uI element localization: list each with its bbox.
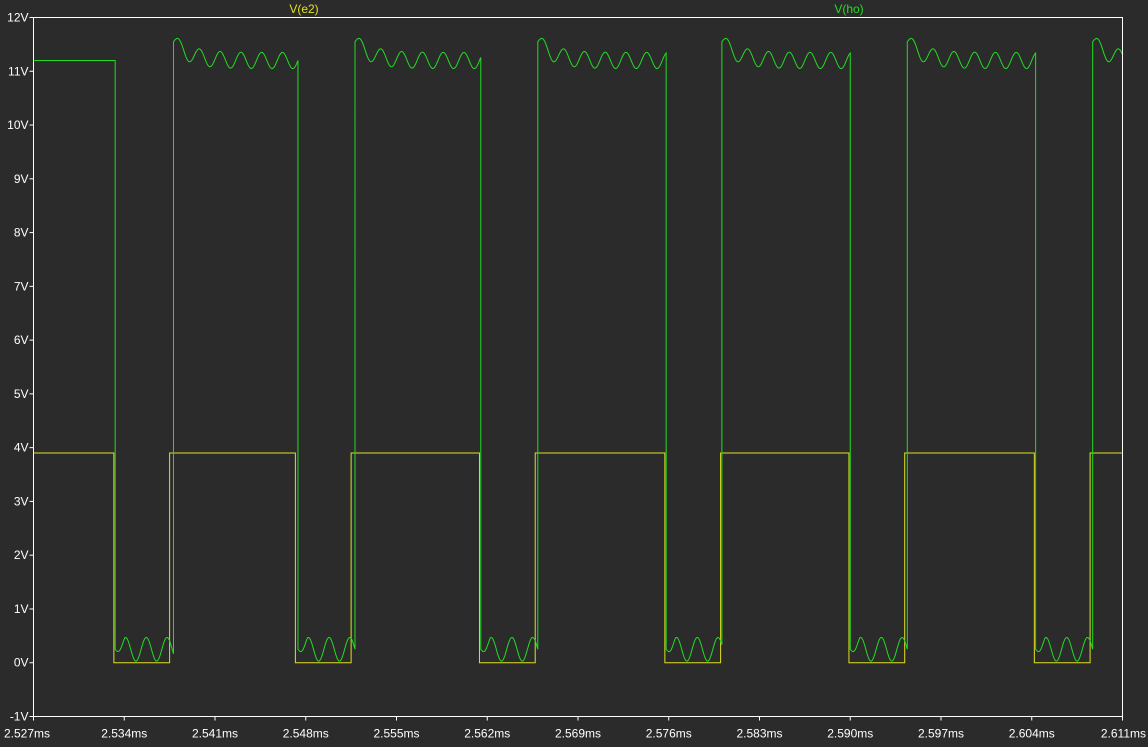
x-tick-label: 2.527ms: [4, 727, 50, 741]
y-tick-label: 12V: [7, 11, 28, 25]
x-tick-label: 2.548ms: [283, 727, 329, 741]
chart-svg: 12V 11V 10V 9V 8V 7V 6V 5V 4V 3V 2V 1V 0V -1V 2.527ms…: [4, 2, 1146, 741]
y-tick-label: 1V: [14, 602, 29, 616]
plot-frame: [33, 17, 1123, 717]
x-tick-label: 2.541ms: [192, 727, 238, 741]
x-tick-label: 2.569ms: [555, 727, 601, 741]
y-tick-label: 5V: [14, 387, 29, 401]
y-tick-label: 11V: [8, 64, 28, 78]
waveform-plot: 12V 11V 10V 9V 8V 7V 6V 5V 4V 3V 2V 1V 0V -1V 2.527ms…: [0, 0, 1148, 742]
x-axis: 2.527ms 2.534ms 2.541ms 2.548ms 2.555ms 2.562…: [4, 716, 1146, 741]
y-tick-label: 10V: [7, 118, 28, 132]
x-tick-label: 2.590ms: [827, 727, 873, 741]
y-tick-label: 0V: [14, 656, 29, 670]
x-tick-label: 2.534ms: [101, 727, 147, 741]
series-line-v-ho: [33, 37, 1123, 662]
legend: V(e2) V(ho): [289, 2, 863, 16]
x-tick-label: 2.611ms: [1101, 727, 1146, 741]
y-tick-label: 8V: [14, 226, 29, 240]
x-tick-label: 2.555ms: [373, 727, 419, 741]
y-tick-label: 3V: [14, 494, 29, 508]
y-tick-label: 9V: [14, 172, 29, 186]
x-tick-label: 2.604ms: [1009, 727, 1055, 741]
y-axis: 12V 11V 10V 9V 8V 7V 6V 5V 4V 3V 2V 1V 0V -1V: [7, 11, 34, 724]
x-tick-label: 2.562ms: [464, 727, 510, 741]
x-tick-label: 2.576ms: [646, 727, 692, 741]
legend-label: V(ho): [834, 2, 863, 16]
legend-label: V(e2): [289, 2, 318, 16]
x-tick-label: 2.597ms: [918, 727, 964, 741]
y-tick-label: 4V: [14, 441, 29, 455]
x-tick-label: 2.583ms: [736, 727, 782, 741]
y-tick-label: 7V: [14, 279, 29, 293]
series-line-v-e2: [33, 452, 1123, 664]
y-tick-label: 6V: [14, 333, 29, 347]
series-layer: [33, 37, 1123, 664]
y-tick-label: -1V: [10, 710, 29, 724]
y-tick-label: 2V: [14, 548, 29, 562]
